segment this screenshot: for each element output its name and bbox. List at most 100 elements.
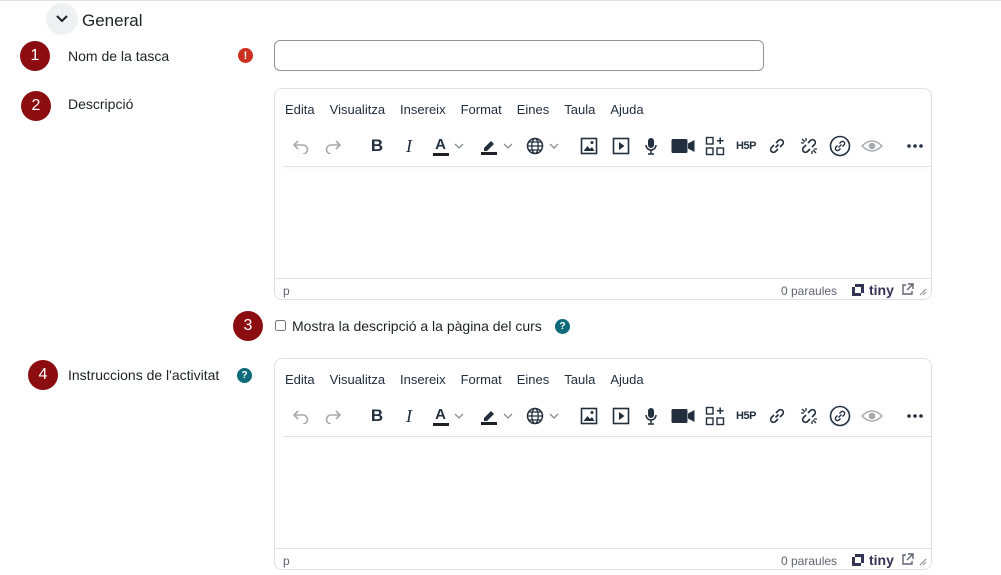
highlight-button[interactable]	[475, 131, 517, 161]
more-button[interactable]	[903, 401, 927, 431]
undo-button[interactable]	[289, 401, 313, 431]
help-icon[interactable]: ?	[237, 368, 252, 383]
help-icon[interactable]: ?	[555, 319, 570, 334]
element-path[interactable]: p	[283, 554, 290, 568]
h5p-apps-button[interactable]	[703, 131, 727, 161]
editor-menubar: Edita Visualitza Insereix Format Eines T…	[285, 372, 644, 387]
record-video-button[interactable]	[669, 131, 697, 161]
media-icon	[612, 407, 630, 425]
task-name-input[interactable]	[274, 40, 764, 71]
accessibility-icon	[861, 410, 883, 422]
instructions-editor: Edita Visualitza Insereix Format Eines T…	[274, 358, 932, 570]
link-button[interactable]	[765, 401, 789, 431]
media-button[interactable]	[609, 131, 633, 161]
instructions-label: Instruccions de l'activitat	[68, 367, 220, 383]
bold-button[interactable]: B	[365, 401, 389, 431]
unlink-button[interactable]	[797, 401, 821, 431]
redo-button[interactable]	[321, 401, 345, 431]
section-collapse-toggle[interactable]	[46, 3, 78, 35]
language-icon	[526, 407, 543, 425]
word-count[interactable]: 0 paraules	[781, 284, 837, 298]
microphone-icon	[645, 408, 657, 425]
language-button[interactable]	[521, 401, 563, 431]
h5p-apps-button[interactable]	[703, 401, 727, 431]
language-icon	[526, 137, 543, 155]
show-description-checkbox[interactable]	[275, 320, 286, 331]
redo-button[interactable]	[321, 131, 345, 161]
h5p-icon: H5P	[736, 410, 756, 422]
h5p-apps-icon	[705, 406, 725, 426]
external-link-icon[interactable]	[901, 283, 914, 296]
undo-icon	[292, 140, 309, 154]
no-auto-link-button[interactable]	[827, 401, 853, 431]
menu-format[interactable]: Format	[461, 372, 502, 387]
editor-statusbar: p 0 paraules tiny	[275, 278, 931, 299]
menu-tools[interactable]: Eines	[517, 102, 550, 117]
chevron-down-icon	[454, 413, 463, 419]
menu-table[interactable]: Taula	[564, 102, 595, 117]
menu-insert[interactable]: Insereix	[400, 372, 446, 387]
menu-view[interactable]: Visualitza	[330, 102, 385, 117]
menu-table[interactable]: Taula	[564, 372, 595, 387]
text-color-icon: A	[432, 137, 449, 156]
link-icon	[769, 138, 785, 154]
tiny-icon	[852, 554, 864, 566]
h5p-button[interactable]: H5P	[733, 131, 759, 161]
editor-content-area[interactable]	[275, 439, 931, 547]
record-video-button[interactable]	[669, 401, 697, 431]
undo-icon	[292, 410, 309, 424]
link-icon	[769, 408, 785, 424]
editor-content-area[interactable]	[275, 169, 931, 277]
redo-icon	[325, 140, 342, 154]
bold-button[interactable]: B	[365, 131, 389, 161]
accessibility-button[interactable]	[859, 131, 885, 161]
accessibility-button[interactable]	[859, 401, 885, 431]
text-color-button[interactable]: A	[427, 401, 469, 431]
italic-button[interactable]: I	[397, 401, 421, 431]
italic-icon: I	[406, 135, 412, 156]
no-auto-link-button[interactable]	[827, 131, 853, 161]
no-auto-link-icon	[829, 405, 851, 427]
menu-format[interactable]: Format	[461, 102, 502, 117]
record-audio-button[interactable]	[639, 131, 663, 161]
top-divider	[0, 0, 1001, 1]
text-color-button[interactable]: A	[427, 131, 469, 161]
menu-help[interactable]: Ajuda	[610, 372, 643, 387]
word-count[interactable]: 0 paraules	[781, 554, 837, 568]
menu-edit[interactable]: Edita	[285, 102, 315, 117]
image-icon	[580, 407, 598, 425]
accessibility-icon	[861, 140, 883, 152]
step-badge-1: 1	[20, 41, 50, 71]
tiny-logo[interactable]: tiny	[851, 282, 894, 298]
more-button[interactable]	[903, 131, 927, 161]
image-button[interactable]	[577, 131, 601, 161]
image-button[interactable]	[577, 401, 601, 431]
menu-view[interactable]: Visualitza	[330, 372, 385, 387]
video-camera-icon	[671, 139, 695, 153]
link-button[interactable]	[765, 131, 789, 161]
bold-icon: B	[370, 136, 384, 155]
highlight-button[interactable]	[475, 401, 517, 431]
media-icon	[612, 137, 630, 155]
description-editor: Edita Visualitza Insereix Format Eines T…	[274, 88, 932, 300]
record-audio-button[interactable]	[639, 401, 663, 431]
undo-button[interactable]	[289, 131, 313, 161]
language-button[interactable]	[521, 131, 563, 161]
unlink-button[interactable]	[797, 131, 821, 161]
h5p-button[interactable]: H5P	[733, 401, 759, 431]
menu-help[interactable]: Ajuda	[610, 102, 643, 117]
menu-tools[interactable]: Eines	[517, 372, 550, 387]
show-description-label[interactable]: Mostra la descripció a la pàgina del cur…	[292, 318, 542, 334]
element-path[interactable]: p	[283, 284, 290, 298]
chevron-down-icon	[56, 15, 68, 23]
step-badge-2: 2	[21, 91, 51, 121]
resize-handle-icon[interactable]	[919, 288, 927, 296]
media-button[interactable]	[609, 401, 633, 431]
highlight-icon	[480, 411, 497, 425]
tiny-logo[interactable]: tiny	[851, 552, 894, 568]
menu-insert[interactable]: Insereix	[400, 102, 446, 117]
resize-handle-icon[interactable]	[919, 558, 927, 566]
menu-edit[interactable]: Edita	[285, 372, 315, 387]
external-link-icon[interactable]	[901, 553, 914, 566]
italic-button[interactable]: I	[397, 131, 421, 161]
